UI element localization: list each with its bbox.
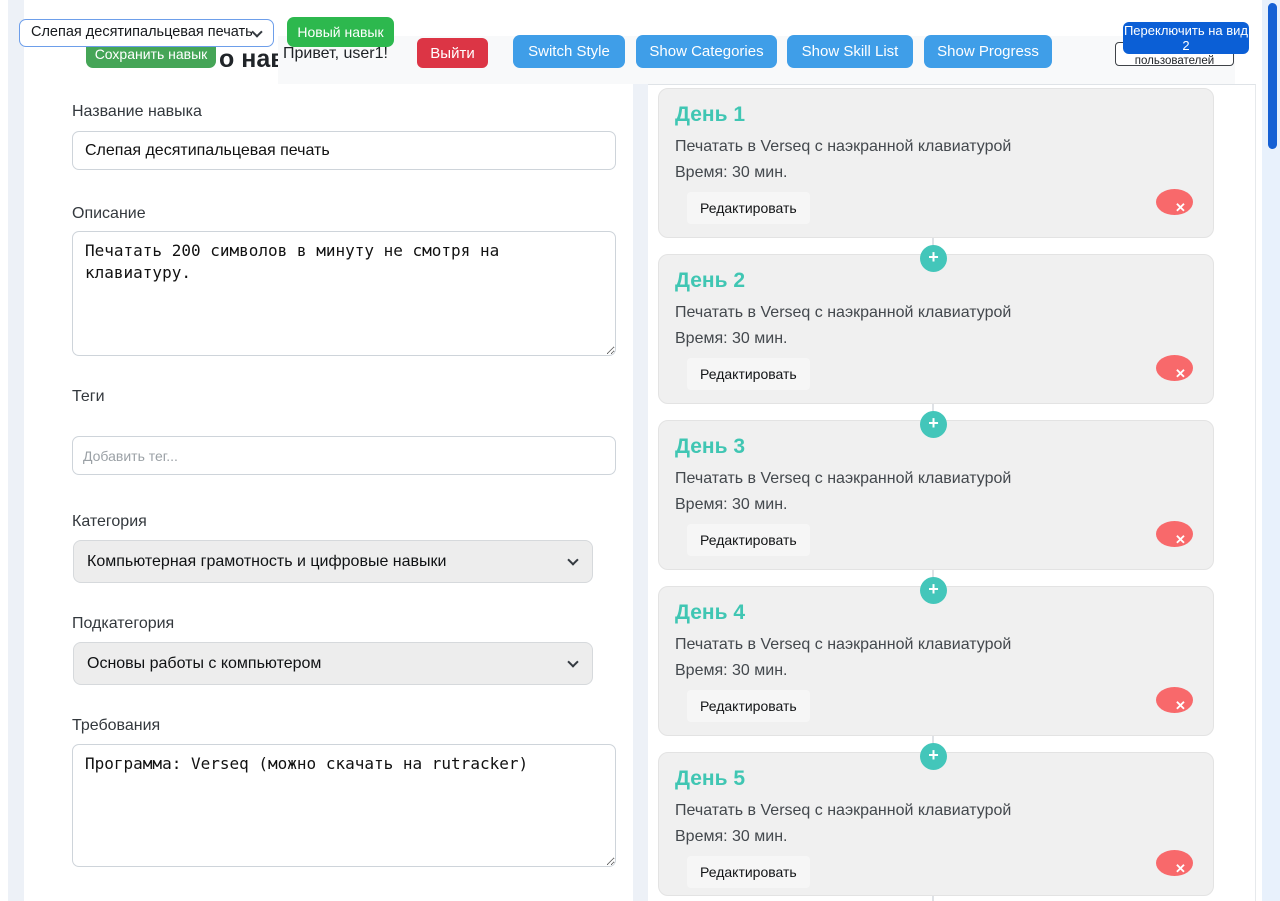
delete-day-button[interactable]: ✕ — [1156, 355, 1193, 381]
page-title-text: о нав — [219, 45, 278, 74]
chevron-down-icon — [251, 26, 262, 37]
day-card-1: День 1 Печатать в Verseq с наэкранной кл… — [658, 88, 1214, 238]
day-title: День 2 — [675, 269, 1197, 293]
delete-day-button[interactable]: ✕ — [1156, 687, 1193, 713]
day-card-4: День 4 Печатать в Verseq с наэкранной кл… — [658, 586, 1214, 736]
user-greeting: Привет, user1! — [283, 45, 388, 63]
close-icon: ✕ — [1175, 532, 1186, 548]
page-title: о нав — [219, 45, 278, 77]
day-time: Время: 30 мин. — [675, 496, 1197, 514]
add-day-button[interactable]: + — [920, 743, 947, 770]
day-task: Печатать в Verseq с наэкранной клавиатур… — [675, 802, 1197, 820]
switch-view-button[interactable]: Переключить на вид 2 — [1123, 22, 1249, 54]
day-title: День 3 — [675, 435, 1197, 459]
skill-name-label: Название навыка — [72, 103, 202, 121]
delete-day-button[interactable]: ✕ — [1156, 521, 1193, 547]
description-textarea[interactable]: Печатать 200 символов в минуту не смотря… — [72, 231, 616, 356]
edit-day-button[interactable]: Редактировать — [687, 856, 810, 888]
show-progress-button[interactable]: Show Progress — [924, 35, 1052, 68]
day-card-3: День 3 Печатать в Verseq с наэкранной кл… — [658, 420, 1214, 570]
day-title: День 5 — [675, 767, 1197, 791]
add-day-button[interactable]: + — [920, 411, 947, 438]
subcategory-select-value: Основы работы с компьютером — [87, 655, 321, 672]
day-task: Печатать в Verseq с наэкранной клавиатур… — [675, 636, 1197, 654]
day-title: День 1 — [675, 103, 1197, 127]
close-icon: ✕ — [1175, 861, 1186, 877]
close-icon: ✕ — [1175, 200, 1186, 216]
show-categories-button[interactable]: Show Categories — [636, 35, 777, 68]
requirements-textarea[interactable]: Программа: Verseq (можно скачать на rutr… — [72, 744, 616, 867]
day-task: Печатать в Verseq с наэкранной клавиатур… — [675, 304, 1197, 322]
day-task: Печатать в Verseq с наэкранной клавиатур… — [675, 138, 1197, 156]
show-skill-list-button[interactable]: Show Skill List — [787, 35, 913, 68]
tag-input[interactable] — [72, 436, 616, 475]
switch-style-button[interactable]: Switch Style — [513, 35, 625, 68]
scrollbar-thumb[interactable] — [1268, 3, 1277, 149]
edit-day-button[interactable]: Редактировать — [687, 358, 810, 390]
category-label: Категория — [72, 513, 147, 531]
day-title: День 4 — [675, 601, 1197, 625]
add-day-button[interactable]: + — [920, 577, 947, 604]
edit-day-button[interactable]: Редактировать — [687, 192, 810, 224]
delete-day-button[interactable]: ✕ — [1156, 189, 1193, 215]
scrollbar-track[interactable] — [1262, 0, 1280, 901]
tags-label: Теги — [72, 388, 105, 406]
day-card-2: День 2 Печатать в Verseq с наэкранной кл… — [658, 254, 1214, 404]
add-day-button[interactable]: + — [920, 245, 947, 272]
chevron-down-icon — [567, 656, 578, 667]
panel-gap — [633, 84, 648, 901]
category-select-value: Компьютерная грамотность и цифровые навы… — [87, 553, 446, 570]
edit-day-button[interactable]: Редактировать — [687, 524, 810, 556]
day-time: Время: 30 мин. — [675, 828, 1197, 846]
logout-button[interactable]: Выйти — [417, 38, 488, 68]
edit-day-button[interactable]: Редактировать — [687, 690, 810, 722]
skill-name-input[interactable] — [72, 131, 616, 170]
skill-select-value: Слепая десятипальцевая печать — [31, 24, 253, 40]
page-left-gutter — [8, 0, 24, 901]
category-select[interactable]: Компьютерная грамотность и цифровые навы… — [73, 540, 593, 583]
description-label: Описание — [72, 205, 146, 223]
subcategory-label: Подкатегория — [72, 615, 174, 633]
delete-day-button[interactable]: ✕ — [1156, 850, 1193, 876]
day-task: Печатать в Verseq с наэкранной клавиатур… — [675, 470, 1197, 488]
requirements-label: Требования — [72, 717, 160, 735]
close-icon: ✕ — [1175, 698, 1186, 714]
subcategory-select[interactable]: Основы работы с компьютером — [73, 642, 593, 685]
skill-select[interactable]: Слепая десятипальцевая печать — [19, 19, 274, 47]
close-icon: ✕ — [1175, 366, 1186, 382]
chevron-down-icon — [567, 554, 578, 565]
day-time: Время: 30 мин. — [675, 164, 1197, 182]
day-time: Время: 30 мин. — [675, 662, 1197, 680]
day-card-5: День 5 Печатать в Verseq с наэкранной кл… — [658, 752, 1214, 896]
day-time: Время: 30 мин. — [675, 330, 1197, 348]
new-skill-button[interactable]: Новый навык — [287, 17, 394, 47]
